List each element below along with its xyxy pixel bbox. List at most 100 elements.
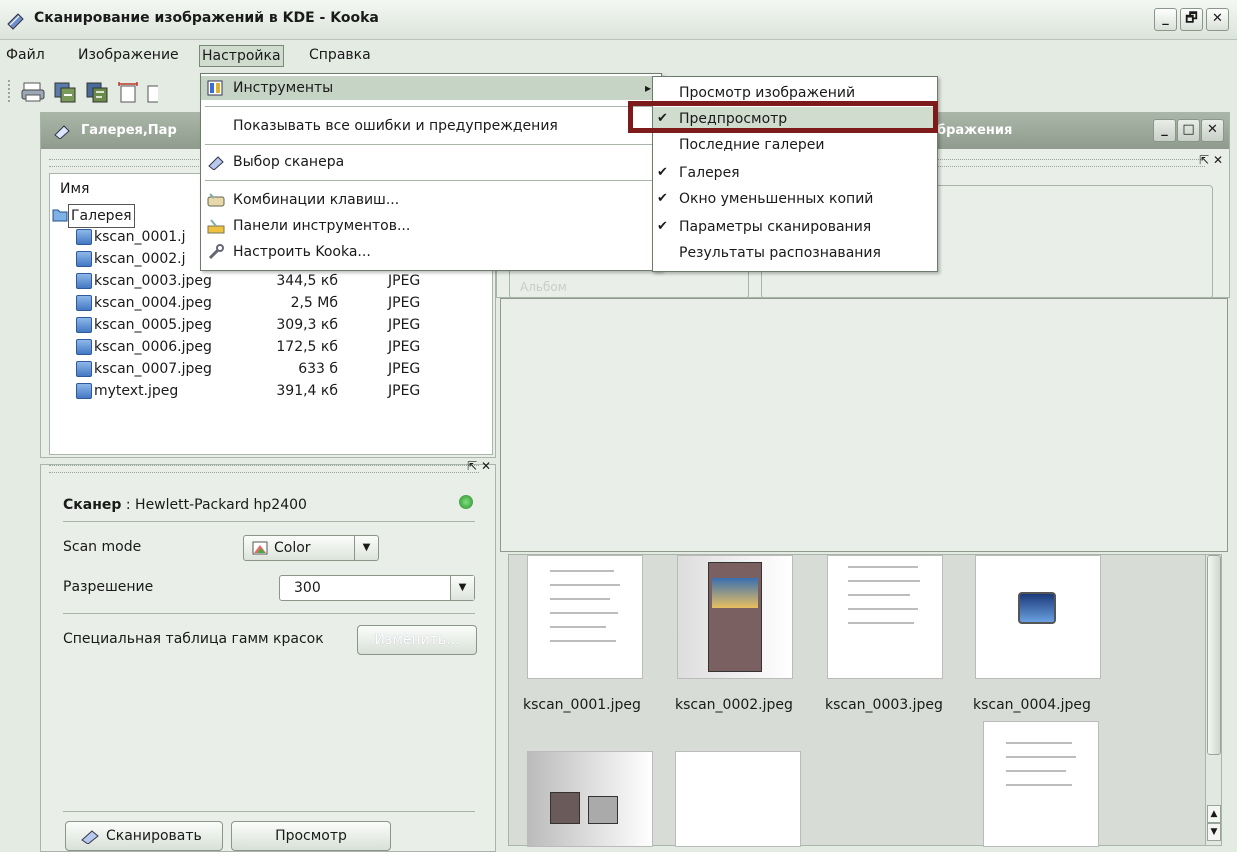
chevron-down-icon: ▼ xyxy=(354,536,378,560)
thumbnail-view: kscan_0001.jpeg kscan_0002.jpeg kscan_00… xyxy=(508,554,1222,847)
submenu-item[interactable]: ✔ Окно уменьшенных копий xyxy=(653,187,937,211)
file-name: kscan_0006.jpeg xyxy=(94,339,212,355)
file-row[interactable]: kscan_0007.jpeg 633 б JPEG xyxy=(52,358,522,380)
gamma-edit-button[interactable]: Изменить... xyxy=(357,625,477,655)
file-name: kscan_0004.jpeg xyxy=(94,295,212,311)
file-size: 391,4 кб xyxy=(276,383,338,399)
menu-item-shortcuts[interactable]: Комбинации клавиш... xyxy=(201,188,661,212)
check-icon: ✔ xyxy=(657,191,668,206)
dock-close-button[interactable]: ✕ xyxy=(1201,119,1224,142)
scan-mode-select[interactable]: Color ▼ xyxy=(243,535,379,561)
submenu-item[interactable]: ✔ Параметры сканирования xyxy=(653,215,937,239)
thumbnail-2[interactable] xyxy=(677,555,793,679)
fit-height-icon[interactable] xyxy=(146,80,158,104)
submenu-item-label: Окно уменьшенных копий xyxy=(679,191,874,207)
menu-item-toolbars-label: Панели инструментов... xyxy=(233,218,411,234)
menu-item-show-errors[interactable]: Показывать все ошибки и предупреждения xyxy=(201,114,661,138)
file-row[interactable]: kscan_0006.jpeg 172,5 кб JPEG xyxy=(52,336,522,358)
file-name: kscan_0001.j xyxy=(94,229,186,245)
resolution-select[interactable]: 300 ▼ xyxy=(279,575,475,601)
ocr-image-icon[interactable] xyxy=(52,80,78,104)
menu-image[interactable]: Изображение xyxy=(76,45,181,67)
scrollbar-thumb[interactable] xyxy=(1207,555,1221,755)
viewer-close-icon[interactable]: ✕ xyxy=(1213,153,1223,167)
file-row[interactable]: kscan_0005.jpeg 309,3 кб JPEG xyxy=(52,314,522,336)
file-row[interactable]: kscan_0003.jpeg 344,5 кб JPEG xyxy=(52,270,522,292)
preview-button[interactable]: Просмотр xyxy=(231,821,391,851)
image-file-icon xyxy=(76,273,92,289)
scanner-info: Сканер : Hewlett-Packard hp2400 xyxy=(63,497,307,513)
dock-min-button[interactable]: _ xyxy=(1153,119,1176,142)
scroll-up-button[interactable]: ▲ xyxy=(1207,805,1221,823)
fit-width-icon[interactable] xyxy=(116,80,142,104)
file-size: 2,5 Мб xyxy=(290,295,338,311)
submenu-item[interactable]: ✔ Галерея xyxy=(653,161,937,185)
thumbnail-scrollbar[interactable]: ▲ ▼ xyxy=(1205,555,1221,845)
thumbnail-3[interactable] xyxy=(827,555,943,679)
scanner-label: Сканер xyxy=(63,497,122,513)
submenu-item-label: Результаты распознавания xyxy=(679,245,881,261)
kooka-app-icon xyxy=(7,13,24,30)
menu-item-select-scanner[interactable]: Выбор сканера xyxy=(201,150,661,174)
image-file-icon xyxy=(76,383,92,399)
scanner-icon xyxy=(208,156,224,170)
menu-item-show-errors-label: Показывать все ошибки и предупреждения xyxy=(233,118,558,134)
menu-item-tools-label: Инструменты xyxy=(233,80,334,96)
toolbar-config-icon xyxy=(207,219,225,234)
menu-help[interactable]: Справка xyxy=(307,45,373,67)
menu-file[interactable]: Файл xyxy=(4,45,47,67)
scan-params-dock: ⇱ ✕ Сканер : Hewlett-Packard hp2400 Scan… xyxy=(40,459,496,852)
file-row[interactable]: kscan_0004.jpeg 2,5 Мб JPEG xyxy=(52,292,522,314)
thumbnail-1[interactable] xyxy=(527,555,643,679)
maximize-button[interactable]: 🗗 xyxy=(1180,8,1203,31)
scan-button[interactable]: Сканировать xyxy=(65,821,223,851)
file-type: JPEG xyxy=(388,339,421,355)
image-file-icon xyxy=(76,361,92,377)
scan-button-label: Сканировать xyxy=(106,828,202,844)
file-row[interactable]: mytext.jpeg 391,4 кб JPEG xyxy=(52,380,522,402)
viewer-float-icon[interactable]: ⇱ xyxy=(1199,153,1209,167)
params-close-icon[interactable]: ✕ xyxy=(481,459,491,473)
scroll-down-button[interactable]: ▼ xyxy=(1207,823,1221,841)
submenu-item-label: Последние галереи xyxy=(679,137,825,153)
image-file-icon xyxy=(76,295,92,311)
highlight-box xyxy=(628,101,938,133)
image-file-icon xyxy=(76,339,92,355)
scan-icon xyxy=(81,830,99,844)
menu-settings[interactable]: Настройка xyxy=(199,45,284,67)
close-window-button[interactable]: ✕ xyxy=(1206,8,1229,31)
resolution-label: Разрешение xyxy=(63,579,154,595)
thumb-label: kscan_0002.jpeg xyxy=(675,697,793,713)
screen-photo xyxy=(712,578,758,608)
file-name: mytext.jpeg xyxy=(94,383,179,399)
separator xyxy=(63,811,475,812)
window-title: Сканирование изображений в KDE - Kooka xyxy=(34,10,379,26)
album-radio-partial[interactable]: Альбом xyxy=(520,280,567,294)
file-size: 172,5 кб xyxy=(276,339,338,355)
thumbnail-4[interactable] xyxy=(975,555,1101,679)
submenu-item[interactable]: Последние галереи xyxy=(653,133,937,157)
menu-item-shortcuts-label: Комбинации клавиш... xyxy=(233,192,400,208)
file-name: kscan_0002.j xyxy=(94,251,186,267)
menu-item-configure[interactable]: Настроить Kooka... xyxy=(201,240,661,264)
thumbnail-6[interactable] xyxy=(675,751,801,847)
print-icon[interactable] xyxy=(20,80,46,104)
image-file-icon xyxy=(76,317,92,333)
dock-max-button[interactable]: □ xyxy=(1177,119,1200,142)
minimize-button[interactable]: _ xyxy=(1154,8,1177,31)
params-float-icon[interactable]: ⇱ xyxy=(467,459,477,473)
ocr-selection-icon[interactable] xyxy=(84,80,110,104)
thumbnail-7[interactable] xyxy=(983,721,1099,847)
params-dock-grip[interactable] xyxy=(49,465,479,473)
thumbnail-5[interactable] xyxy=(527,751,653,847)
gallery-dock-title: Галерея,Пар xyxy=(81,123,177,138)
separator xyxy=(205,106,657,107)
file-type: JPEG xyxy=(388,295,421,311)
keyboard-icon xyxy=(207,193,225,207)
menu-item-toolbars[interactable]: Панели инструментов... xyxy=(201,214,661,238)
check-icon: ✔ xyxy=(657,219,668,234)
submenu-item[interactable]: Результаты распознавания xyxy=(653,241,937,265)
thumb-label: kscan_0003.jpeg xyxy=(825,697,943,713)
menu-item-tools[interactable]: Инструменты ▸ xyxy=(201,76,661,100)
toolbar-handle[interactable] xyxy=(8,80,12,102)
